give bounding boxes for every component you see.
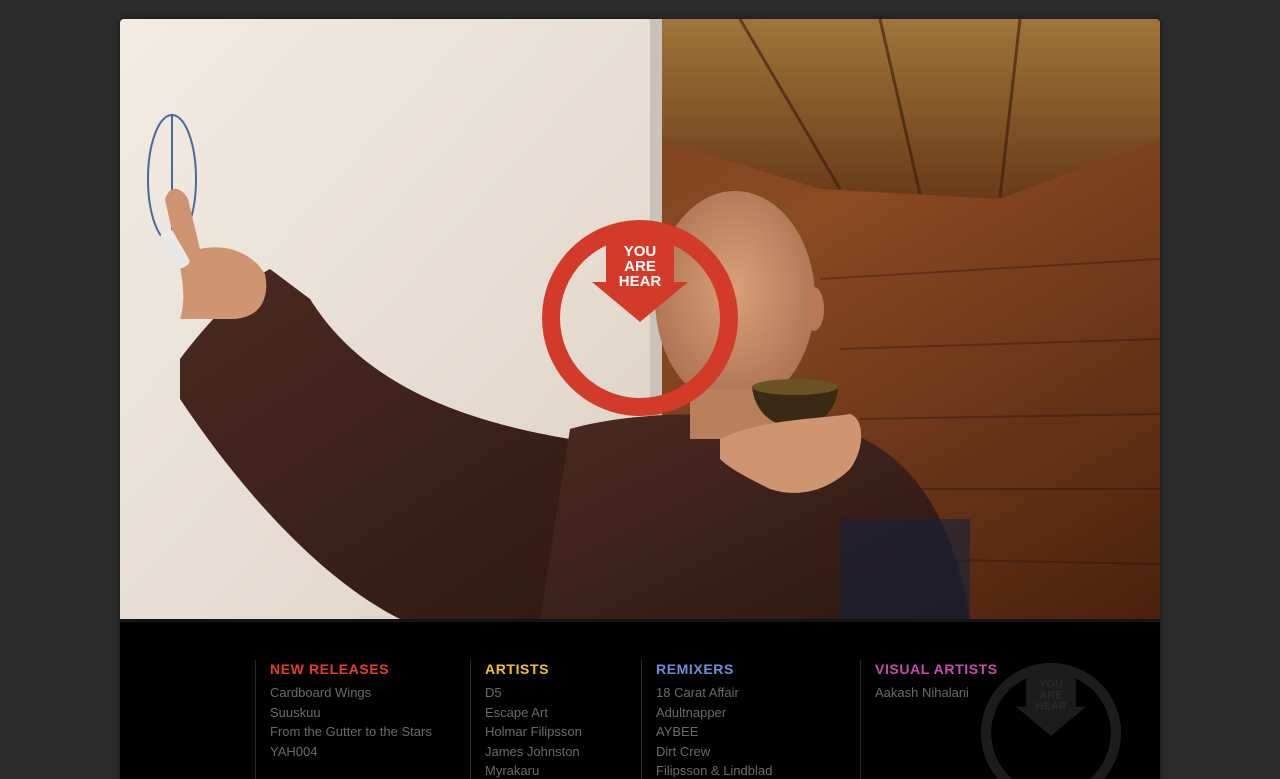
nav-link[interactable]: D5 (485, 683, 582, 703)
watermark-word-3: HEAR (1036, 701, 1067, 713)
page-container: YOU ARE HEAR NEW RELEASES Cardboard Wing… (120, 19, 1160, 779)
you-are-hear-watermark-icon: YOU ARE HEAR (980, 662, 1122, 779)
nav-link[interactable]: Cardboard Wings (270, 683, 432, 703)
nav-link[interactable]: YAH004 (270, 742, 432, 762)
nav-link[interactable]: Holmar Filipsson (485, 722, 582, 742)
footer-logo: YOU ARE HEAR (978, 660, 1124, 779)
nav-link[interactable]: Myrakaru (485, 761, 582, 779)
nav-link[interactable]: Dirt Crew (656, 742, 772, 762)
nav-link[interactable]: AYBEE (656, 722, 772, 742)
nav-link[interactable]: From the Gutter to the Stars (270, 722, 432, 742)
nav-heading-new-releases[interactable]: NEW RELEASES (270, 660, 432, 678)
nav-link[interactable]: Filipsson & Lindblad (656, 761, 772, 779)
nav-column-new-releases: NEW RELEASES Cardboard Wings Suuskuu Fro… (255, 660, 432, 779)
nav-link[interactable]: Suuskuu (270, 703, 432, 723)
footer-nav: NEW RELEASES Cardboard Wings Suuskuu Fro… (120, 619, 1160, 779)
nav-link[interactable]: Escape Art (485, 703, 582, 723)
nav-column-remixers: REMIXERS 18 Carat Affair Adultnapper AYB… (641, 660, 772, 779)
nav-heading-remixers[interactable]: REMIXERS (656, 660, 772, 678)
you-are-hear-logo-icon: YOU ARE HEAR (542, 220, 738, 416)
hero-logo[interactable]: YOU ARE HEAR (540, 218, 740, 418)
nav-link[interactable]: James Johnston (485, 742, 582, 762)
nav-column-artists: ARTISTS D5 Escape Art Holmar Filipsson J… (470, 660, 582, 779)
hero-image: YOU ARE HEAR (120, 19, 1160, 619)
nav-link[interactable]: Adultnapper (656, 703, 772, 723)
watermark-word-2: ARE (1039, 690, 1062, 702)
nav-heading-artists[interactable]: ARTISTS (485, 660, 582, 678)
logo-word-3: HEAR (619, 273, 662, 290)
nav-link[interactable]: 18 Carat Affair (656, 683, 772, 703)
watermark-word-1: YOU (1039, 679, 1063, 691)
